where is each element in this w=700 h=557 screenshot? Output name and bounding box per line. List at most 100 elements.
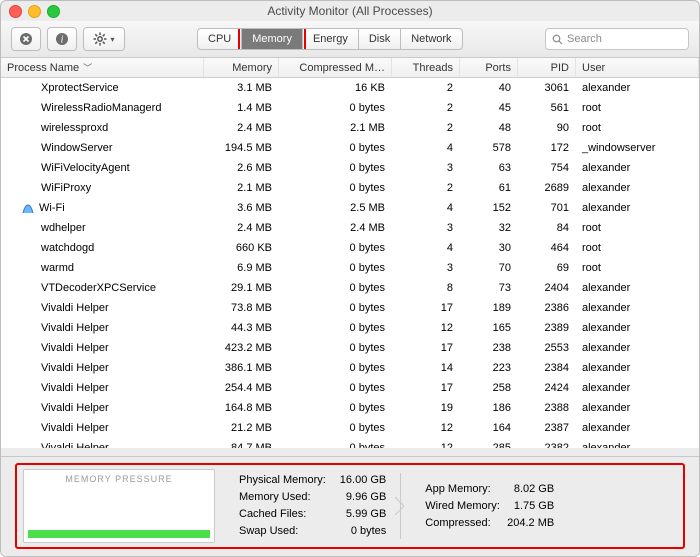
col-user[interactable]: User	[576, 58, 699, 78]
tab-network[interactable]: Network	[401, 29, 461, 49]
zoom-icon[interactable]	[47, 5, 60, 18]
table-row[interactable]: Vivaldi Helper84.7 MB0 bytes122852382ale…	[1, 438, 699, 448]
tab-memory[interactable]: Memory	[242, 29, 303, 49]
window-titlebar[interactable]: Activity Monitor (All Processes)	[1, 1, 699, 21]
memory-pressure-label: MEMORY PRESSURE	[24, 474, 214, 484]
tab-energy[interactable]: Energy	[303, 29, 359, 49]
cell-threads: 3	[392, 158, 460, 178]
col-process-label: Process Name	[7, 62, 79, 74]
cell-user: alexander	[576, 398, 699, 418]
table-header-row: Process Name ﹀ Memory Compressed M… Threa…	[1, 58, 699, 78]
cell-user: root	[576, 118, 699, 138]
cell-memory: 3.1 MB	[204, 78, 279, 99]
cell-user: alexander	[576, 178, 699, 198]
table-row[interactable]: Vivaldi Helper164.8 MB0 bytes191862388al…	[1, 398, 699, 418]
table-row[interactable]: XprotectService3.1 MB16 KB2403061alexand…	[1, 78, 699, 99]
close-icon[interactable]	[9, 5, 22, 18]
cell-process: Vivaldi Helper	[1, 358, 204, 378]
cell-memory: 73.8 MB	[204, 298, 279, 318]
memory-pressure-graph[interactable]: MEMORY PRESSURE	[23, 469, 215, 543]
cell-threads: 2	[392, 78, 460, 99]
cell-pid: 172	[518, 138, 576, 158]
window-title: Activity Monitor (All Processes)	[267, 4, 432, 18]
col-threads[interactable]: Threads	[392, 58, 460, 78]
table-row[interactable]: WiFiProxy2.1 MB0 bytes2612689alexander	[1, 178, 699, 198]
tab-group: CPU Memory Energy Disk Network	[197, 28, 463, 50]
minimize-icon[interactable]	[28, 5, 41, 18]
cell-pid: 90	[518, 118, 576, 138]
cached-files-value: 5.99 GB	[346, 506, 386, 523]
cell-compressed: 2.5 MB	[279, 198, 392, 218]
cell-user: _windowserver	[576, 138, 699, 158]
col-compressed[interactable]: Compressed M…	[279, 58, 392, 78]
cell-memory: 2.6 MB	[204, 158, 279, 178]
cell-threads: 12	[392, 418, 460, 438]
options-button[interactable]: ▾	[83, 27, 125, 51]
col-process[interactable]: Process Name ﹀	[1, 58, 204, 78]
cell-memory: 1.4 MB	[204, 98, 279, 118]
cell-user: root	[576, 218, 699, 238]
cell-pid: 2382	[518, 438, 576, 448]
cell-user: alexander	[576, 378, 699, 398]
search-input[interactable]: Search	[545, 28, 689, 50]
col-pid[interactable]: PID	[518, 58, 576, 78]
cell-threads: 3	[392, 218, 460, 238]
wired-memory-value: 1.75 GB	[514, 498, 554, 515]
cell-threads: 8	[392, 278, 460, 298]
table-row[interactable]: watchdogd660 KB0 bytes430464root	[1, 238, 699, 258]
cell-ports: 165	[460, 318, 518, 338]
stop-process-button[interactable]	[11, 27, 41, 51]
search-placeholder: Search	[567, 33, 602, 45]
table-row[interactable]: WirelessRadioManagerd1.4 MB0 bytes245561…	[1, 98, 699, 118]
table-row[interactable]: Wi-Fi3.6 MB2.5 MB4152701alexander	[1, 198, 699, 218]
cell-compressed: 0 bytes	[279, 138, 392, 158]
cell-ports: 32	[460, 218, 518, 238]
table-row[interactable]: Vivaldi Helper73.8 MB0 bytes171892386ale…	[1, 298, 699, 318]
cell-pid: 2388	[518, 398, 576, 418]
cell-pid: 2386	[518, 298, 576, 318]
cell-process: WirelessRadioManagerd	[1, 98, 204, 118]
table-row[interactable]: wirelessproxd2.4 MB2.1 MB24890root	[1, 118, 699, 138]
process-table[interactable]: Process Name ﹀ Memory Compressed M… Threa…	[1, 58, 699, 448]
swap-used-label: Swap Used:	[239, 523, 298, 540]
tab-cpu[interactable]: CPU	[198, 29, 242, 49]
cell-ports: 63	[460, 158, 518, 178]
cell-user: alexander	[576, 78, 699, 99]
cell-process: wdhelper	[1, 218, 204, 238]
compressed-value: 204.2 MB	[507, 515, 554, 532]
svg-text:i: i	[61, 35, 64, 46]
cell-user: alexander	[576, 158, 699, 178]
cell-memory: 2.4 MB	[204, 218, 279, 238]
table-row[interactable]: Vivaldi Helper254.4 MB0 bytes172582424al…	[1, 378, 699, 398]
sort-indicator-icon: ﹀	[83, 63, 92, 73]
cell-process: XprotectService	[1, 78, 204, 99]
stop-icon	[19, 32, 33, 46]
highlight-box-footer: MEMORY PRESSURE Physical Memory:16.00 GB…	[15, 463, 685, 549]
col-memory[interactable]: Memory	[204, 58, 279, 78]
cell-process: warmd	[1, 258, 204, 278]
table-row[interactable]: Vivaldi Helper21.2 MB0 bytes121642387ale…	[1, 418, 699, 438]
table-row[interactable]: Vivaldi Helper423.2 MB0 bytes172382553al…	[1, 338, 699, 358]
cell-user: alexander	[576, 198, 699, 218]
table-row[interactable]: Vivaldi Helper44.3 MB0 bytes121652389ale…	[1, 318, 699, 338]
cell-compressed: 2.1 MB	[279, 118, 392, 138]
table-row[interactable]: WindowServer194.5 MB0 bytes4578172_windo…	[1, 138, 699, 158]
table-row[interactable]: wdhelper2.4 MB2.4 MB33284root	[1, 218, 699, 238]
cell-threads: 2	[392, 178, 460, 198]
cell-threads: 17	[392, 298, 460, 318]
cell-process: Vivaldi Helper	[1, 438, 204, 448]
info-button[interactable]: i	[47, 27, 77, 51]
tab-disk[interactable]: Disk	[359, 29, 401, 49]
table-row[interactable]: Vivaldi Helper386.1 MB0 bytes142232384al…	[1, 358, 699, 378]
gear-icon	[93, 32, 107, 46]
table-row[interactable]: VTDecoderXPCService29.1 MB0 bytes8732404…	[1, 278, 699, 298]
cell-user: root	[576, 98, 699, 118]
memory-used-label: Memory Used:	[239, 489, 311, 506]
cell-compressed: 0 bytes	[279, 298, 392, 318]
cell-process: WiFiProxy	[1, 178, 204, 198]
col-ports[interactable]: Ports	[460, 58, 518, 78]
table-row[interactable]: WiFiVelocityAgent2.6 MB0 bytes363754alex…	[1, 158, 699, 178]
cell-memory: 164.8 MB	[204, 398, 279, 418]
info-icon: i	[55, 32, 69, 46]
table-row[interactable]: warmd6.9 MB0 bytes37069root	[1, 258, 699, 278]
